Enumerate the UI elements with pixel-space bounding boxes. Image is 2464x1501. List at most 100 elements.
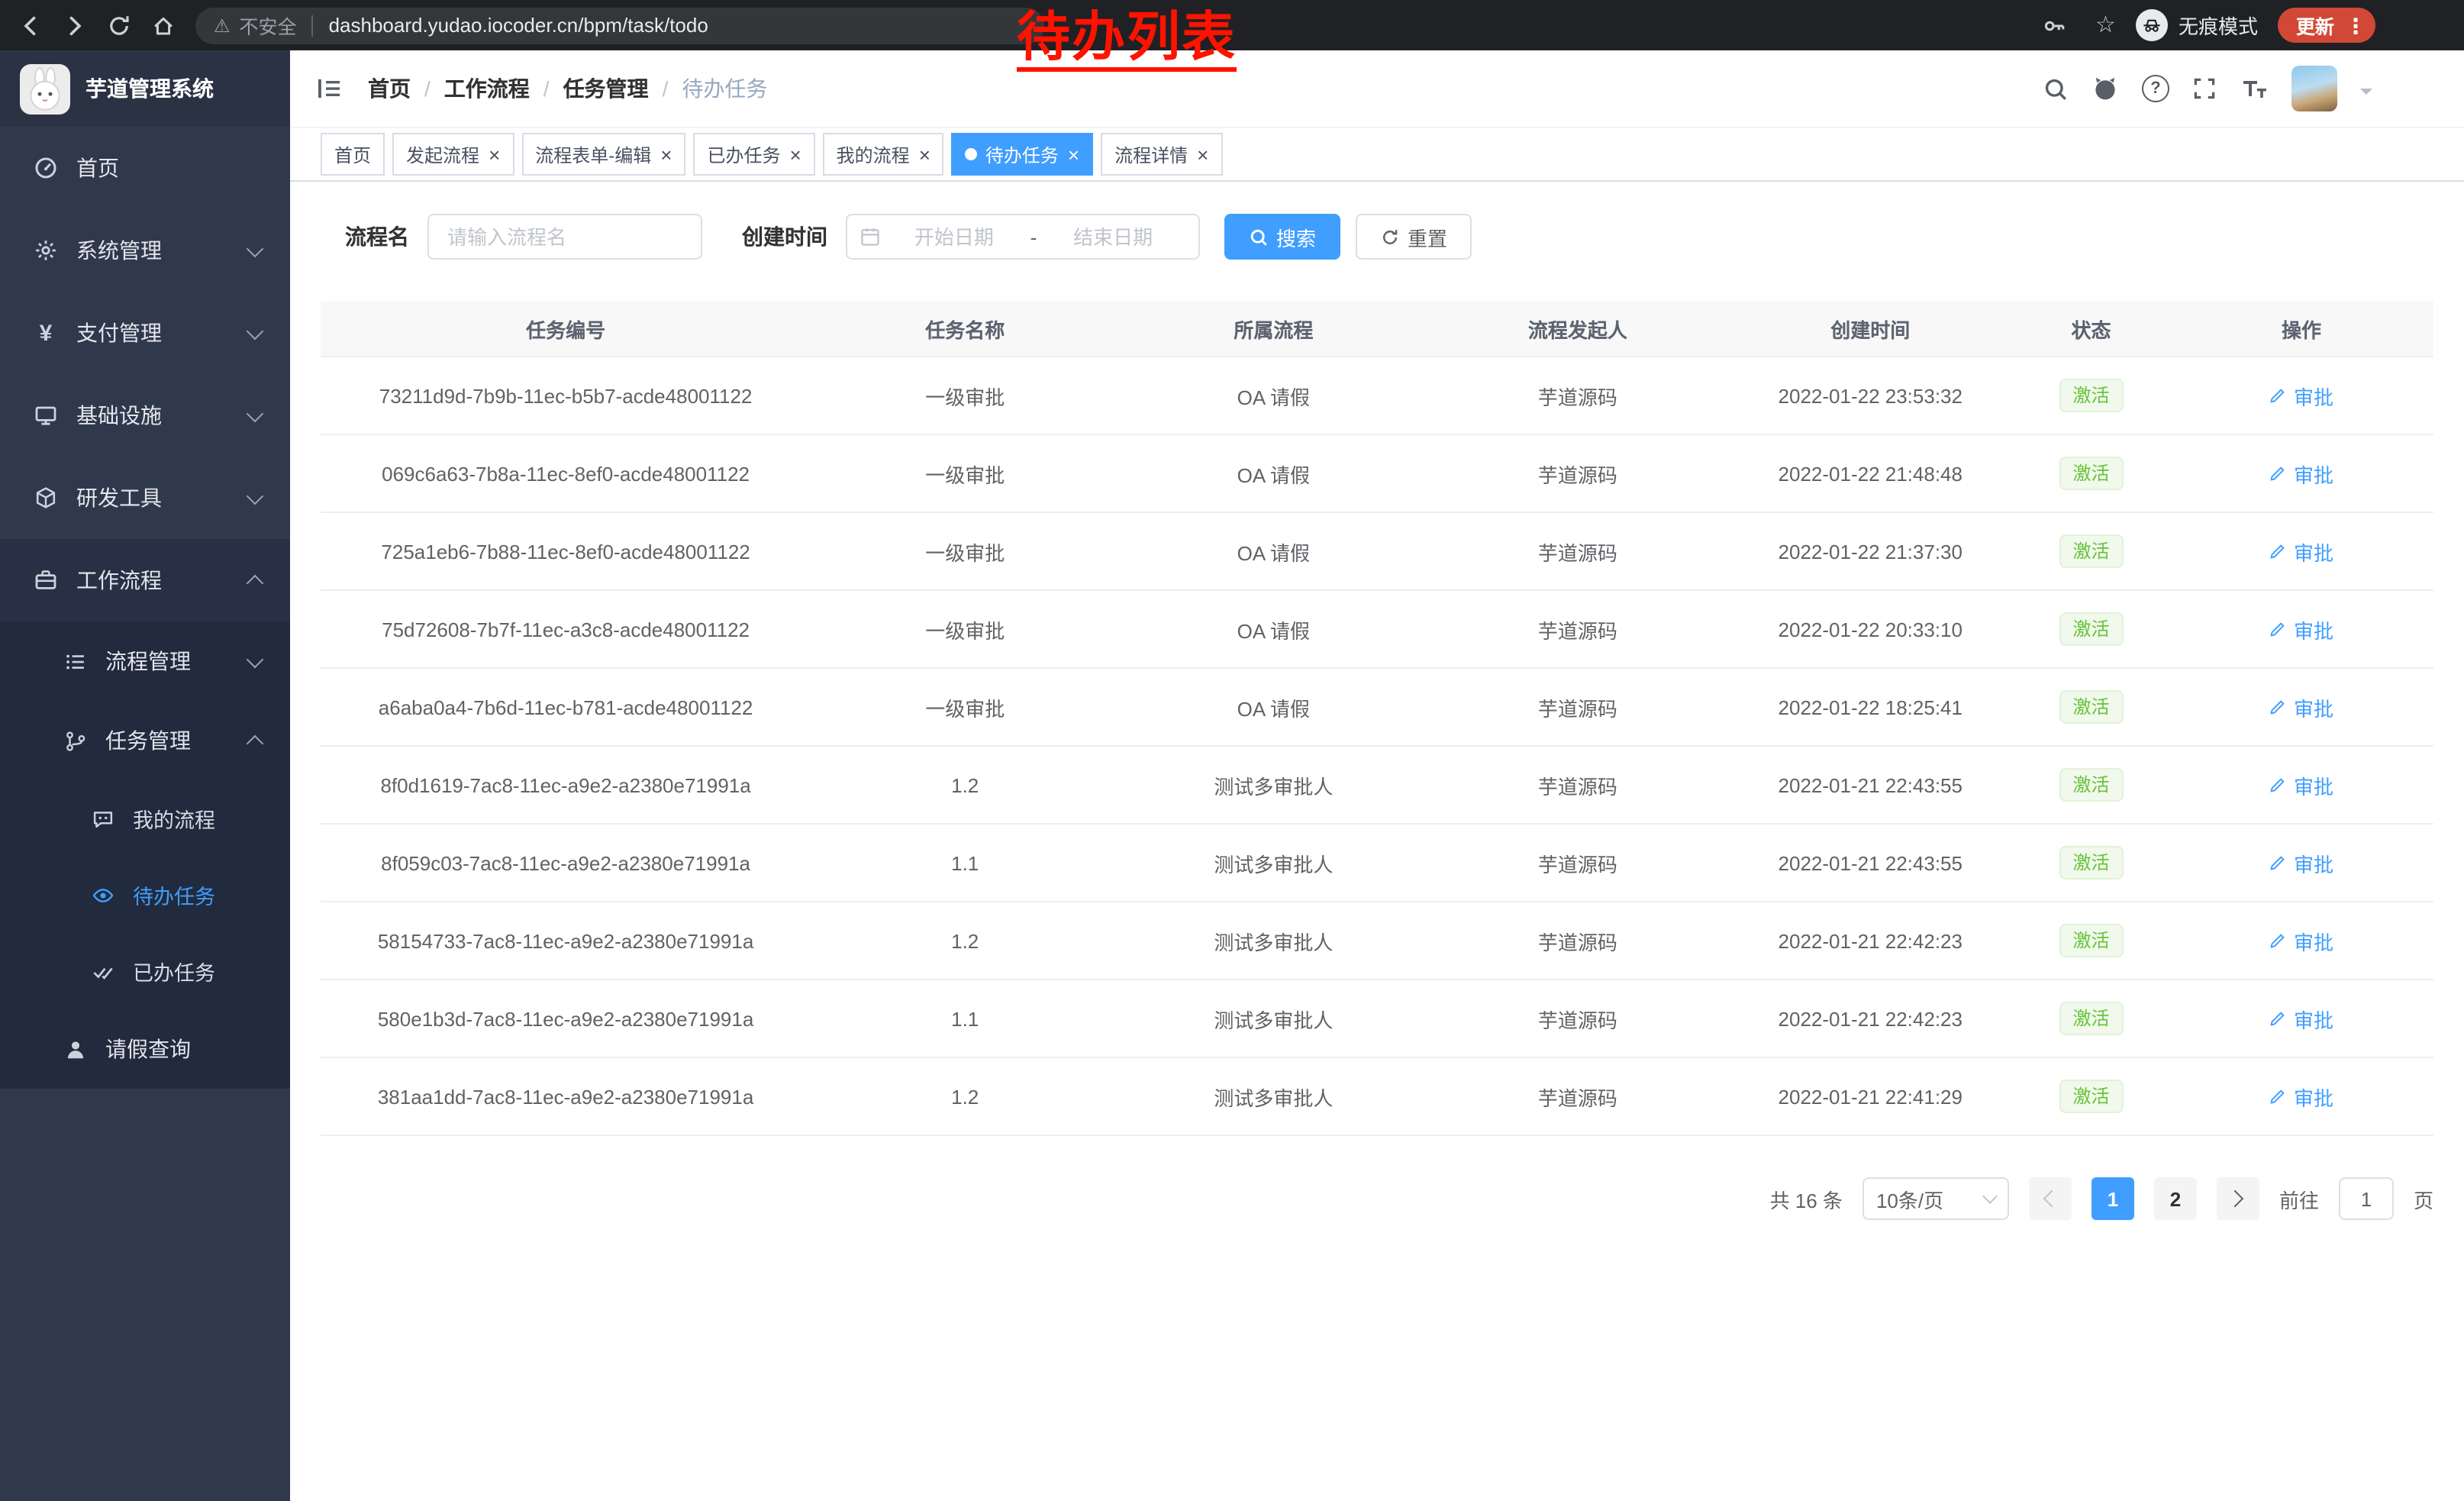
avatar-dropdown-caret-icon[interactable] bbox=[2360, 89, 2372, 101]
breadcrumb-task-management[interactable]: 任务管理 bbox=[563, 73, 649, 104]
help-icon[interactable]: ? bbox=[2142, 75, 2169, 102]
close-icon[interactable]: × bbox=[1197, 144, 1208, 164]
sidebar-item-my-process[interactable]: 我的流程 bbox=[0, 780, 290, 857]
cell-process: OA 请假 bbox=[1119, 590, 1427, 668]
approve-link[interactable]: 审批 bbox=[2269, 1082, 2333, 1111]
security-label[interactable]: 不安全 bbox=[240, 11, 297, 40]
cell-actions: 审批 bbox=[2169, 590, 2433, 668]
sidebar-item-leave-query[interactable]: 请假查询 bbox=[0, 1009, 290, 1089]
approve-link[interactable]: 审批 bbox=[2269, 459, 2333, 488]
password-key-icon[interactable] bbox=[2034, 5, 2075, 46]
breadcrumb-workflow[interactable]: 工作流程 bbox=[444, 73, 530, 104]
sidebar-item-process-management[interactable]: 流程管理 bbox=[0, 621, 290, 701]
next-page-button[interactable] bbox=[2217, 1177, 2259, 1220]
cell-initiator: 芋道源码 bbox=[1427, 980, 1727, 1057]
approve-link[interactable]: 审批 bbox=[2269, 770, 2333, 799]
cell-status: 激活 bbox=[2013, 902, 2169, 980]
process-name-label: 流程名 bbox=[345, 221, 409, 252]
close-icon[interactable]: × bbox=[789, 144, 801, 164]
cell-process: 测试多审批人 bbox=[1119, 902, 1427, 980]
sidebar-item-todo-task[interactable]: 待办任务 bbox=[0, 857, 290, 933]
breadcrumb-home[interactable]: 首页 bbox=[368, 73, 411, 104]
browser-back-button[interactable] bbox=[9, 5, 50, 46]
search-icon[interactable] bbox=[2043, 76, 2069, 102]
sidebar-item-done-task[interactable]: 已办任务 bbox=[0, 933, 290, 1009]
col-status: 状态 bbox=[2013, 301, 2169, 357]
page-button-1[interactable]: 1 bbox=[2091, 1177, 2134, 1220]
sidebar-collapse-icon[interactable] bbox=[316, 75, 343, 102]
github-icon[interactable] bbox=[2091, 75, 2119, 102]
cube-icon bbox=[32, 486, 60, 510]
search-button[interactable]: 搜索 bbox=[1224, 214, 1340, 260]
create-time-label: 创建时间 bbox=[742, 221, 827, 252]
sidebar-item-label: 支付管理 bbox=[76, 318, 162, 348]
browser-forward-button[interactable] bbox=[53, 5, 95, 46]
font-size-icon[interactable] bbox=[2240, 76, 2269, 101]
sidebar-item-system[interactable]: 系统管理 bbox=[0, 209, 290, 292]
col-task-name: 任务名称 bbox=[811, 301, 1119, 357]
close-icon[interactable]: × bbox=[919, 144, 930, 164]
reset-button[interactable]: 重置 bbox=[1356, 214, 1472, 260]
tab-my-process[interactable]: 我的流程 × bbox=[823, 133, 944, 176]
sidebar-item-home[interactable]: 首页 bbox=[0, 127, 290, 209]
prev-page-button[interactable] bbox=[2029, 1177, 2072, 1220]
approve-link[interactable]: 审批 bbox=[2269, 692, 2333, 721]
sidebar-logo-row[interactable]: 芋道管理系统 bbox=[0, 50, 290, 127]
tab-process-form-edit[interactable]: 流程表单-编辑 × bbox=[521, 133, 685, 176]
cell-task-name: 一级审批 bbox=[811, 668, 1119, 746]
start-date-input[interactable] bbox=[881, 224, 1027, 250]
approve-link-label: 审批 bbox=[2294, 1082, 2333, 1111]
cell-actions: 审批 bbox=[2169, 902, 2433, 980]
update-label: 更新 bbox=[2296, 11, 2334, 40]
end-date-input[interactable] bbox=[1040, 224, 1186, 250]
sidebar-item-label: 基础设施 bbox=[76, 400, 162, 431]
sidebar-item-payment[interactable]: ¥ 支付管理 bbox=[0, 292, 290, 374]
cell-task-id: 8f0d1619-7ac8-11ec-a9e2-a2380e71991a bbox=[321, 746, 811, 824]
approve-link[interactable]: 审批 bbox=[2269, 537, 2333, 566]
approve-link-label: 审批 bbox=[2294, 692, 2333, 721]
browser-home-button[interactable] bbox=[142, 5, 183, 46]
chevron-down-icon bbox=[247, 405, 264, 423]
reset-button-label: 重置 bbox=[1408, 222, 1447, 251]
page-size-select[interactable]: 10条/页 bbox=[1863, 1177, 2009, 1220]
tab-todo-task[interactable]: 待办任务 × bbox=[952, 133, 1093, 176]
approve-link[interactable]: 审批 bbox=[2269, 1004, 2333, 1033]
close-icon[interactable]: × bbox=[489, 144, 500, 164]
bookmark-star-icon[interactable]: ☆ bbox=[2095, 14, 2116, 37]
close-icon[interactable]: × bbox=[1068, 144, 1079, 164]
sidebar-item-task-management[interactable]: 任务管理 bbox=[0, 701, 290, 780]
active-tab-dot bbox=[966, 148, 978, 160]
sidebar-item-workflow[interactable]: 工作流程 bbox=[0, 539, 290, 621]
list-icon bbox=[61, 650, 89, 673]
table-row: 75d72608-7b7f-11ec-a3c8-acde48001122 一级审… bbox=[321, 590, 2433, 668]
approve-link[interactable]: 审批 bbox=[2269, 381, 2333, 410]
sidebar-item-devtools[interactable]: 研发工具 bbox=[0, 457, 290, 539]
tab-process-detail[interactable]: 流程详情 × bbox=[1101, 133, 1222, 176]
browser-update-button[interactable]: 更新 ⋮ bbox=[2278, 8, 2375, 43]
tab-start-process[interactable]: 发起流程 × bbox=[392, 133, 514, 176]
approve-link[interactable]: 审批 bbox=[2269, 926, 2333, 955]
approve-link[interactable]: 审批 bbox=[2269, 848, 2333, 877]
approve-link-label: 审批 bbox=[2294, 770, 2333, 799]
approve-link[interactable]: 审批 bbox=[2269, 615, 2333, 644]
close-icon[interactable]: × bbox=[660, 144, 672, 164]
cell-task-id: 73211d9d-7b9b-11ec-b5b7-acde48001122 bbox=[321, 357, 811, 434]
process-name-input[interactable] bbox=[427, 214, 702, 260]
create-time-range-picker[interactable]: - bbox=[846, 214, 1200, 260]
tab-done-task[interactable]: 已办任务 × bbox=[693, 133, 814, 176]
user-avatar[interactable] bbox=[2291, 66, 2337, 111]
cell-status: 激活 bbox=[2013, 434, 2169, 512]
browser-reload-button[interactable] bbox=[98, 5, 139, 46]
approve-link-label: 审批 bbox=[2294, 537, 2333, 566]
table-row: 725a1eb6-7b88-11ec-8ef0-acde48001122 一级审… bbox=[321, 512, 2433, 590]
goto-page-input[interactable] bbox=[2339, 1177, 2394, 1220]
sidebar-item-infrastructure[interactable]: 基础设施 bbox=[0, 374, 290, 457]
cell-process: OA 请假 bbox=[1119, 357, 1427, 434]
url-text[interactable]: dashboard.yudao.iocoder.cn/bpm/task/todo bbox=[329, 14, 708, 37]
tab-home[interactable]: 首页 bbox=[321, 133, 385, 176]
page-button-2[interactable]: 2 bbox=[2154, 1177, 2197, 1220]
address-bar[interactable]: ⚠ 不安全 dashboard.yudao.iocoder.cn/bpm/tas… bbox=[195, 7, 1044, 44]
fullscreen-icon[interactable] bbox=[2192, 76, 2217, 101]
filter-form: 流程名 创建时间 - 搜索 bbox=[345, 214, 2433, 260]
kebab-menu-icon[interactable]: ⋮ bbox=[2345, 15, 2366, 36]
